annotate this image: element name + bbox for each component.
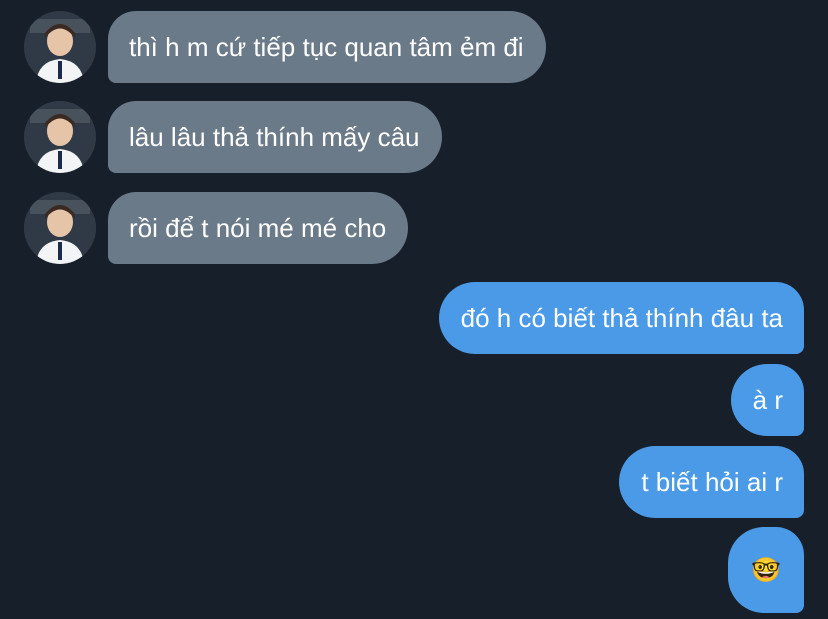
message-text: đó h có biết thả thính đâu ta: [460, 302, 783, 333]
profile-photo-icon: [24, 101, 96, 173]
avatar[interactable]: [24, 101, 96, 173]
profile-photo-icon: [24, 11, 96, 83]
profile-photo-icon: [24, 192, 96, 264]
incoming-message-bubble[interactable]: rồi để t nói mé mé cho: [108, 192, 409, 264]
outgoing-message-bubble[interactable]: đó h có biết thả thính đâu ta: [438, 282, 804, 354]
incoming-message-bubble[interactable]: lâu lâu thả thính mấy câu: [108, 101, 442, 173]
avatar[interactable]: [24, 11, 96, 83]
outgoing-message-bubble[interactable]: à r: [730, 364, 804, 436]
message-text: thì h m cứ tiếp tục quan tâm ẻm đi: [129, 31, 524, 62]
message-text: rồi để t nói mé mé cho: [129, 212, 387, 243]
message-text: à r: [752, 384, 783, 415]
incoming-message-bubble[interactable]: thì h m cứ tiếp tục quan tâm ẻm đi: [108, 11, 546, 83]
message-text: lâu lâu thả thính mấy câu: [129, 121, 420, 152]
chat-conversation: thì h m cứ tiếp tục quan tâm ẻm đi lâu l…: [0, 0, 828, 619]
nerd-face-emoji-icon: 🤓: [751, 556, 781, 584]
message-text: t biết hỏi ai r: [641, 466, 783, 497]
outgoing-message-bubble[interactable]: t biết hỏi ai r: [619, 446, 804, 518]
outgoing-message-bubble[interactable]: 🤓: [728, 527, 804, 613]
avatar[interactable]: [24, 192, 96, 264]
